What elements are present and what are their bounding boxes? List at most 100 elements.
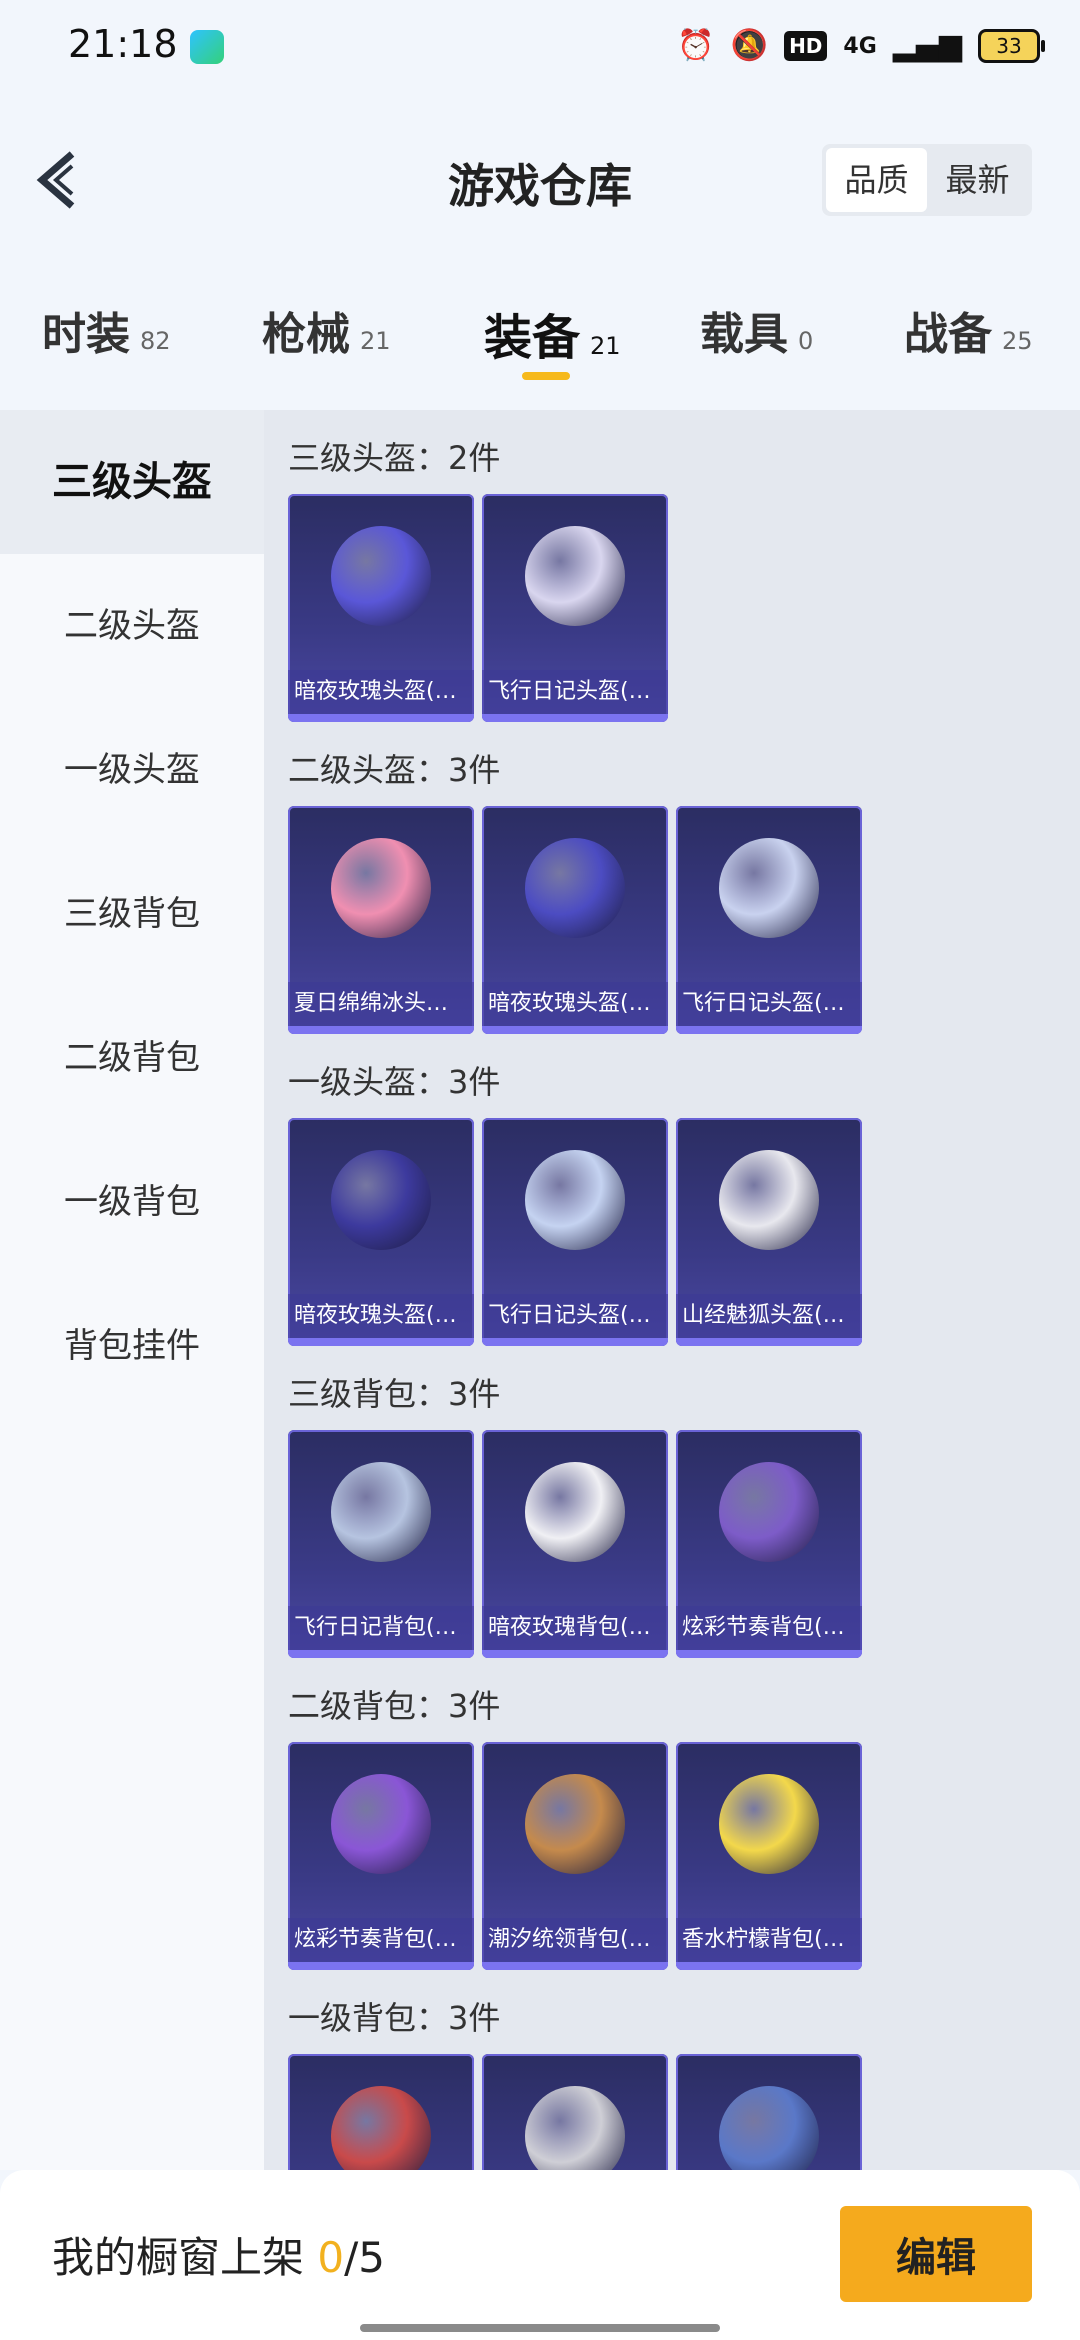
tab-count: 21	[360, 327, 391, 355]
item-section: 二级背包：3件炫彩节奏背包(… 潮汐统领背包(… 香水柠檬背包(…	[288, 1658, 1080, 1970]
sidebar-item-level1-helmet[interactable]: 一级头盔	[0, 698, 264, 842]
status-time: 21:18	[68, 22, 178, 66]
item-grid: 暗夜玫瑰头盔(… 飞行日记头盔(…	[288, 494, 1080, 722]
item-name: 暗夜玫瑰头盔(…	[288, 670, 474, 714]
header: 游戏仓库 品质 最新	[0, 120, 1080, 240]
tab-label: 载具	[700, 309, 788, 360]
item-card[interactable]: 飞行日记背包(…	[288, 1430, 474, 1658]
rarity-bar	[288, 1650, 474, 1658]
item-card[interactable]: 炫彩节奏背包(…	[676, 1430, 862, 1658]
item-image	[331, 1462, 431, 1562]
rarity-bar	[482, 1338, 668, 1346]
sidebar-item-backpack-pendant[interactable]: 背包挂件	[0, 1274, 264, 1418]
tab-count: 21	[590, 332, 621, 360]
item-name: 炫彩节奏背包(…	[288, 1918, 474, 1962]
sidebar-item-level3-helmet[interactable]: 三级头盔	[0, 410, 264, 554]
rarity-bar	[288, 1338, 474, 1346]
tab-label: 装备	[484, 310, 581, 366]
item-card[interactable]: 暗夜玫瑰头盔(…	[288, 1118, 474, 1346]
hd-icon: HD	[784, 31, 828, 61]
item-grid: 炫彩节奏背包(… 潮汐统领背包(… 香水柠檬背包(…	[288, 1742, 1080, 1970]
tab-supplies[interactable]: 战备 25	[904, 298, 1033, 362]
item-card[interactable]: 飞行日记头盔(…	[676, 806, 862, 1034]
item-image	[719, 1150, 819, 1250]
item-image	[719, 2086, 819, 2170]
alarm-icon: ⏰	[677, 28, 715, 63]
item-grid: 夏日绵绵冰头… 暗夜玫瑰头盔(… 飞行日记头盔(…	[288, 806, 1080, 1034]
showcase-label: 我的橱窗上架 0/5	[52, 2224, 385, 2285]
item-name: 夏日绵绵冰头…	[288, 982, 474, 1026]
section-title: 二级头盔：3件	[288, 751, 501, 789]
item-image	[331, 2086, 431, 2170]
rarity-bar	[482, 714, 668, 722]
item-card[interactable]: 山经魅狐头盔(…	[676, 1118, 862, 1346]
sidebar-item-level2-helmet[interactable]: 二级头盔	[0, 554, 264, 698]
showcase-text: 我的橱窗上架	[52, 2233, 305, 2282]
category-tabs: 时装 82 枪械 21 装备 21 载具 0 战备 25	[0, 280, 1080, 400]
section-title: 三级头盔：2件	[288, 439, 501, 477]
rarity-bar	[482, 1962, 668, 1970]
item-card[interactable]: 飞行日记头盔(…	[482, 1118, 668, 1346]
tab-equipment[interactable]: 装备 21	[484, 298, 621, 368]
item-card[interactable]: 炫彩节奏背包(…	[288, 1742, 474, 1970]
item-name: 飞行日记头盔(…	[676, 982, 862, 1026]
item-name: 飞行日记头盔(…	[482, 670, 668, 714]
item-card[interactable]: 潮汐统领背包(…	[482, 1742, 668, 1970]
item-name: 暗夜玫瑰头盔(…	[482, 982, 668, 1026]
item-section: 一级头盔：3件暗夜玫瑰头盔(… 飞行日记头盔(… 山经魅狐头盔(…	[288, 1034, 1080, 1346]
home-indicator[interactable]	[360, 2324, 720, 2332]
tab-vehicles[interactable]: 载具 0	[700, 298, 813, 362]
item-card[interactable]: 暗夜玫瑰头盔(…	[288, 494, 474, 722]
item-name: 飞行日记头盔(…	[482, 1294, 668, 1338]
item-card[interactable]	[482, 2054, 668, 2170]
tab-count: 82	[140, 327, 171, 355]
tab-count: 25	[1002, 327, 1033, 355]
item-name: 香水柠檬背包(…	[676, 1918, 862, 1962]
rarity-bar	[288, 714, 474, 722]
rarity-bar	[482, 1650, 668, 1658]
showcase-separator: /	[344, 2233, 359, 2282]
sort-quality-button[interactable]: 品质	[826, 148, 927, 212]
item-card[interactable]: 暗夜玫瑰背包(…	[482, 1430, 668, 1658]
item-image	[719, 838, 819, 938]
sort-toggle: 品质 最新	[822, 144, 1032, 216]
item-list[interactable]: 三级头盔：2件 暗夜玫瑰头盔(… 飞行日记头盔(… 二级头盔：3件 夏日绵绵冰头… 暗夜玫…	[264, 410, 1080, 2170]
item-grid	[288, 2054, 1080, 2170]
item-image	[525, 1150, 625, 1250]
sort-latest-button[interactable]: 最新	[927, 148, 1028, 212]
sidebar-item-level1-backpack[interactable]: 一级背包	[0, 1130, 264, 1274]
item-section: 二级头盔：3件夏日绵绵冰头… 暗夜玫瑰头盔(… 飞行日记头盔(…	[288, 722, 1080, 1034]
active-tab-indicator	[522, 372, 570, 380]
rarity-bar	[482, 1026, 668, 1034]
item-card[interactable]: 暗夜玫瑰头盔(…	[482, 806, 668, 1034]
status-icons: ⏰ 🔕 HD 4G ▂▄▆ 33	[677, 26, 1045, 66]
item-name: 暗夜玫瑰头盔(…	[288, 1294, 474, 1338]
signal-icon: ▂▄▆	[892, 28, 962, 63]
sidebar-item-level3-backpack[interactable]: 三级背包	[0, 842, 264, 986]
section-title: 二级背包：3件	[288, 1687, 501, 1725]
tab-fashion[interactable]: 时装 82	[42, 298, 171, 362]
item-card[interactable]: 夏日绵绵冰头…	[288, 806, 474, 1034]
tab-guns[interactable]: 枪械 21	[262, 298, 391, 362]
network-icon: 4G	[843, 33, 877, 59]
item-section: 三级头盔：2件暗夜玫瑰头盔(… 飞行日记头盔(…	[288, 410, 1080, 722]
item-card[interactable]: 飞行日记头盔(…	[482, 494, 668, 722]
item-image	[525, 2086, 625, 2170]
sidebar-item-level2-backpack[interactable]: 二级背包	[0, 986, 264, 1130]
item-section: 三级背包：3件 飞行日记背包(… 暗夜玫瑰背包(… 炫彩节奏背包(…	[288, 1346, 1080, 1658]
item-image	[525, 838, 625, 938]
item-image	[525, 1462, 625, 1562]
item-card[interactable]	[676, 2054, 862, 2170]
sidebar: 三级头盔 二级头盔 一级头盔 三级背包 二级背包 一级背包 背包挂件	[0, 410, 264, 2170]
item-name: 暗夜玫瑰背包(…	[482, 1606, 668, 1650]
section-title: 一级头盔：3件	[288, 1063, 501, 1101]
edit-button[interactable]: 编辑	[840, 2206, 1032, 2302]
item-name: 山经魅狐头盔(…	[676, 1294, 862, 1338]
rarity-bar	[676, 1650, 862, 1658]
item-image	[331, 526, 431, 626]
rarity-bar	[288, 1962, 474, 1970]
item-image	[525, 1774, 625, 1874]
item-card[interactable]	[288, 2054, 474, 2170]
battery-icon: 33	[978, 29, 1045, 63]
item-card[interactable]: 香水柠檬背包(…	[676, 1742, 862, 1970]
